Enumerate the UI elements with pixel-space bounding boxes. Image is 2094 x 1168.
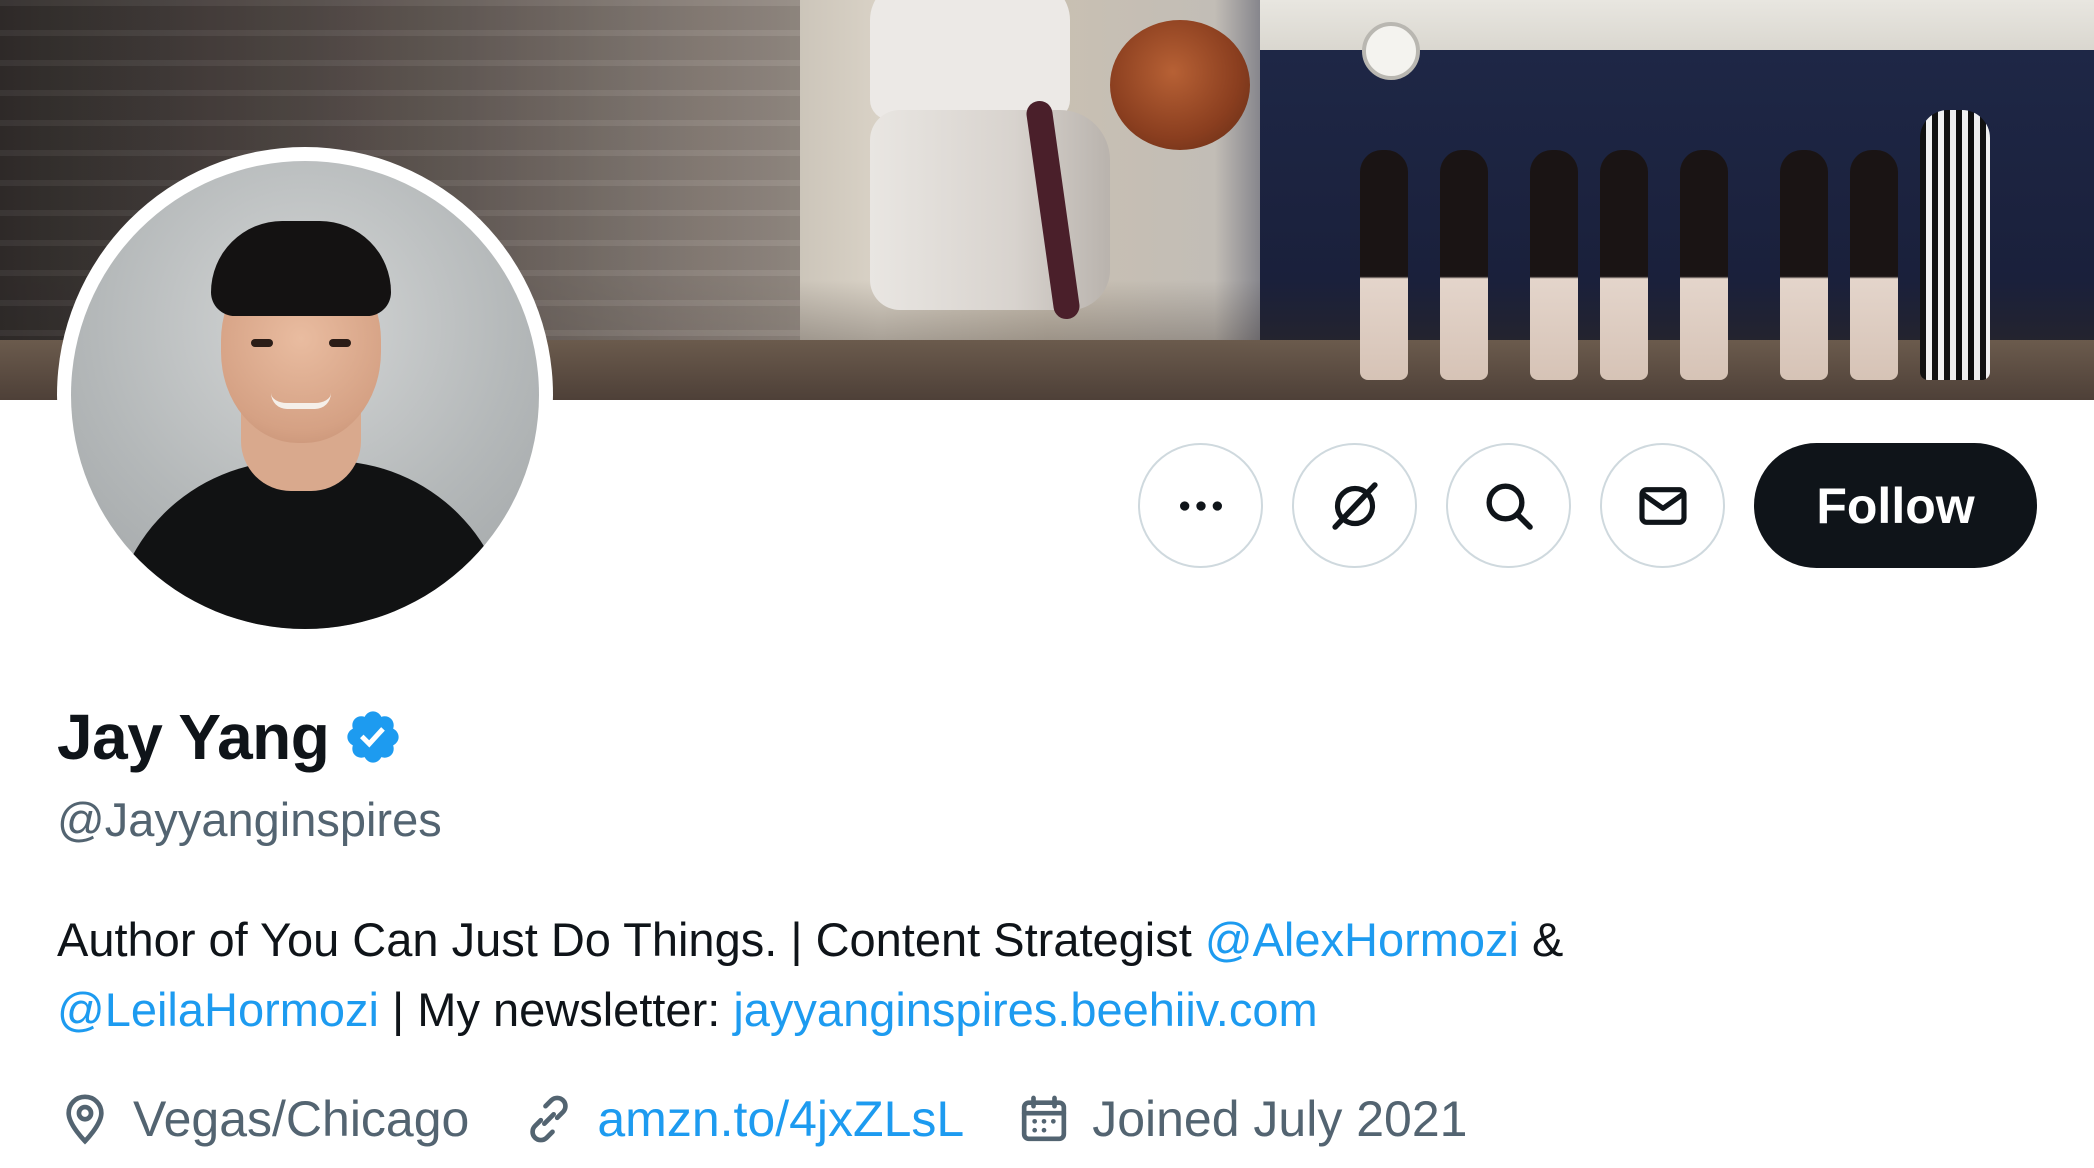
joined-text: Joined July 2021: [1092, 1091, 1468, 1147]
bio-text: Author of You Can Just Do Things. | Cont…: [57, 913, 1205, 966]
search-button[interactable]: [1446, 443, 1571, 568]
avatar-eye: [251, 339, 273, 347]
profile-handle: @Jayyanginspires: [57, 793, 442, 846]
more-icon: [1179, 500, 1222, 511]
more-button[interactable]: [1138, 443, 1263, 568]
search-icon: [1485, 482, 1533, 530]
avatar-hair: [211, 221, 391, 316]
verified-badge-icon[interactable]: [343, 707, 403, 767]
bio-mention-alexhormozi[interactable]: @AlexHormozi: [1205, 913, 1519, 966]
calendar-icon: [1022, 1095, 1067, 1142]
profile-avatar[interactable]: [57, 147, 553, 643]
banner-cheerleader: [1780, 150, 1828, 380]
grok-icon: [1331, 481, 1378, 530]
bio-text: | My newsletter:: [378, 983, 734, 1036]
avatar-smile: [271, 393, 331, 409]
profile-bio: Author of You Can Just Do Things. | Cont…: [57, 905, 1957, 1045]
location-icon: [66, 1094, 104, 1145]
avatar-photo: [71, 161, 539, 629]
mail-icon: [1638, 486, 1687, 525]
location-text: Vegas/Chicago: [133, 1091, 470, 1147]
banner-cheerleader: [1360, 150, 1408, 380]
banner-cheerleader: [1680, 150, 1728, 380]
banner-basketball: [1110, 20, 1250, 150]
profile-page: Follow Jay Yang @Jayyanginspires Author …: [0, 0, 2094, 1168]
display-name: Jay Yang: [57, 701, 330, 773]
profile-name-row: Jay Yang: [57, 700, 403, 774]
banner-cheerleader: [1600, 150, 1648, 380]
banner-clock: [1362, 22, 1420, 80]
grok-button[interactable]: [1292, 443, 1417, 568]
profile-joined: Joined July 2021: [1016, 1090, 1467, 1148]
banner-cheerleader: [1440, 150, 1488, 380]
bio-newsletter-link[interactable]: jayyanginspires.beehiiv.com: [733, 983, 1317, 1036]
banner-cheerleader: [1850, 150, 1898, 380]
profile-website: amzn.to/4jxZLsL: [521, 1090, 964, 1148]
website-link[interactable]: amzn.to/4jxZLsL: [597, 1090, 964, 1148]
banner-referee: [1920, 110, 1990, 380]
link-icon: [530, 1095, 569, 1143]
profile-meta: Vegas/Chicago amzn.to/4jxZLsL Joined Jul…: [57, 1090, 1519, 1148]
profile-actions: Follow: [1138, 443, 2037, 568]
bio-text: &: [1518, 913, 1564, 966]
bio-mention-leilahormozi[interactable]: @LeilaHormozi: [57, 983, 379, 1036]
avatar-eye: [329, 339, 351, 347]
profile-location: Vegas/Chicago: [57, 1090, 469, 1148]
follow-button[interactable]: Follow: [1754, 443, 2037, 568]
banner-cheerleader: [1530, 150, 1578, 380]
message-button[interactable]: [1600, 443, 1725, 568]
